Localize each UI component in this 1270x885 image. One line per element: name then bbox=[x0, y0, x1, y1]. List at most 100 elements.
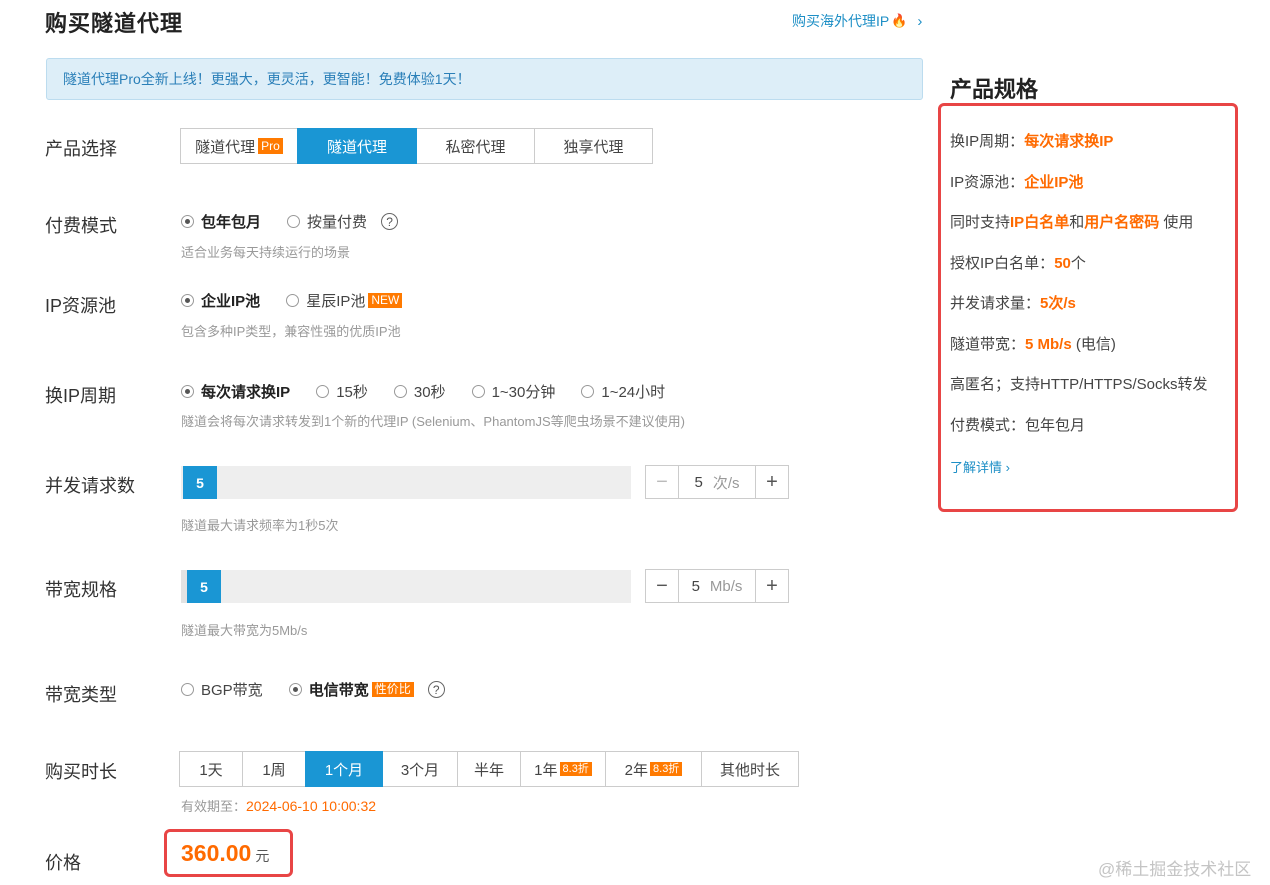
spec-key: 授权IP白名单： bbox=[950, 255, 1055, 272]
spec-value: 50 bbox=[1054, 255, 1071, 272]
tab-private[interactable]: 私密代理 bbox=[416, 128, 535, 164]
value-badge: 性价比 bbox=[371, 682, 414, 697]
stepper-unit: Mb/s bbox=[709, 577, 743, 595]
bandwidth-stepper: − 5 Mb/s + bbox=[645, 569, 789, 603]
radio-telecom[interactable]: 电信带宽 性价比 bbox=[288, 679, 414, 700]
radio-enterprise-pool[interactable]: 企业IP池 bbox=[181, 290, 260, 311]
slider-handle[interactable]: 5 bbox=[183, 466, 217, 499]
radio-bgp[interactable]: BGP带宽 bbox=[181, 679, 263, 700]
radio-label: 星辰IP池 bbox=[306, 293, 366, 310]
radio-dot bbox=[286, 294, 300, 307]
discount-badge: 8.3折 bbox=[559, 762, 592, 776]
spec-whitelist: 授权IP白名单：50个 bbox=[950, 252, 1086, 273]
page-title: 购买隧道代理 bbox=[45, 11, 184, 36]
discount-badge: 8.3折 bbox=[650, 762, 683, 776]
billing-label: 付费模式 bbox=[45, 216, 117, 236]
radio-label: 每次请求换IP bbox=[201, 384, 291, 401]
radio-star-pool[interactable]: 星辰IP池 NEW bbox=[286, 290, 403, 311]
spec-anonymity: 高匿名；支持HTTP/HTTPS/Socks转发 bbox=[950, 376, 1208, 393]
stepper-value-box[interactable]: 5 Mb/s bbox=[679, 570, 755, 602]
tab-label: 2年 bbox=[624, 761, 649, 779]
valid-date: 2024-06-10 10:00:32 bbox=[246, 798, 377, 814]
radio-dot bbox=[287, 215, 301, 228]
spec-key: IP资源池： bbox=[950, 174, 1025, 191]
product-label: 产品选择 bbox=[45, 139, 117, 159]
pool-hint: 包含多种IP类型，兼容性强的优质IP池 bbox=[181, 324, 401, 339]
billing-hint: 适合业务每天持续运行的场景 bbox=[181, 245, 351, 260]
tab-dedicated[interactable]: 独享代理 bbox=[534, 128, 653, 164]
learn-more-link[interactable]: 了解详情 › bbox=[950, 457, 1010, 476]
spec-text: 和 bbox=[1069, 214, 1085, 231]
tab-tunnel-pro[interactable]: 隧道代理 Pro bbox=[180, 128, 298, 164]
price-label: 价格 bbox=[45, 853, 81, 873]
tab-1-month[interactable]: 1个月 bbox=[305, 751, 383, 787]
increment-button[interactable]: + bbox=[755, 466, 788, 498]
radio-dot bbox=[181, 215, 194, 228]
radio-15s[interactable]: 15秒 bbox=[316, 381, 368, 402]
tab-1-week[interactable]: 1周 bbox=[242, 751, 306, 787]
radio-monthly[interactable]: 包年包月 bbox=[181, 211, 261, 232]
radio-dot bbox=[181, 385, 194, 398]
increment-button[interactable]: + bbox=[755, 570, 788, 602]
spec-title: 产品规格 bbox=[950, 77, 1039, 102]
chevron-right-icon: › bbox=[917, 12, 923, 30]
price-display: 360.00 元 bbox=[164, 829, 293, 877]
concurrency-label: 并发请求数 bbox=[45, 476, 135, 496]
new-badge: NEW bbox=[368, 293, 403, 308]
spec-value: 5次/s bbox=[1040, 295, 1076, 312]
radio-pay-per-use[interactable]: 按量付费 bbox=[287, 211, 367, 232]
tab-3-months[interactable]: 3个月 bbox=[382, 751, 458, 787]
tab-other-duration[interactable]: 其他时长 bbox=[701, 751, 799, 787]
spec-billing: 付费模式：包年包月 bbox=[950, 417, 1086, 434]
radio-dot bbox=[581, 385, 595, 398]
spec-value: IP白名单 bbox=[1010, 214, 1070, 231]
tab-tunnel[interactable]: 隧道代理 bbox=[297, 128, 417, 164]
spec-value: 每次请求换IP bbox=[1024, 133, 1114, 150]
help-icon[interactable]: ? bbox=[381, 213, 399, 230]
stepper-value: 5 bbox=[694, 473, 703, 491]
tab-half-year[interactable]: 半年 bbox=[457, 751, 521, 787]
spec-key: 换IP周期： bbox=[950, 133, 1025, 150]
radio-label: 1~24小时 bbox=[601, 384, 666, 401]
promo-banner[interactable]: 隧道代理Pro全新上线！更强大，更灵活，更智能！免费体验1天！ bbox=[46, 58, 923, 100]
stepper-value: 5 bbox=[691, 577, 700, 595]
tab-label: 隧道代理 bbox=[195, 138, 256, 156]
radio-label: 1~30分钟 bbox=[491, 384, 556, 401]
tab-1-day[interactable]: 1天 bbox=[179, 751, 243, 787]
spec-support: 同时支持IP白名单和用户名密码 使用 bbox=[950, 211, 1193, 232]
tab-label: 1年 bbox=[534, 761, 558, 779]
spec-value: 企业IP池 bbox=[1024, 174, 1084, 191]
bandwidth-slider[interactable]: 5 bbox=[181, 570, 631, 603]
fire-icon: 🔥 bbox=[891, 13, 908, 28]
radio-label: 按量付费 bbox=[307, 214, 368, 231]
tab-1-year[interactable]: 1年 8.3折 bbox=[520, 751, 606, 787]
radio-label: 包年包月 bbox=[201, 214, 262, 231]
overseas-proxy-link[interactable]: 购买海外代理IP 🔥 › bbox=[792, 11, 922, 31]
radio-dot bbox=[181, 683, 194, 696]
radio-30s[interactable]: 30秒 bbox=[393, 381, 446, 402]
help-icon[interactable]: ? bbox=[427, 681, 445, 698]
overseas-proxy-link-text: 购买海外代理IP bbox=[792, 13, 890, 29]
concurrency-stepper: − 5 次/s + bbox=[645, 465, 789, 499]
concurrency-slider[interactable]: 5 bbox=[181, 466, 631, 499]
spec-value: 用户名密码 bbox=[1084, 214, 1160, 231]
stepper-value-box[interactable]: 5 次/s bbox=[679, 466, 755, 498]
radio-dot bbox=[316, 385, 330, 398]
valid-label: 有效期至： bbox=[181, 799, 247, 814]
spec-text: 同时支持 bbox=[950, 214, 1011, 231]
slider-handle[interactable]: 5 bbox=[187, 570, 221, 603]
bw-type-label: 带宽类型 bbox=[45, 685, 117, 705]
pool-radios: 企业IP池 星辰IP池 NEW bbox=[181, 290, 428, 311]
rotation-label: 换IP周期 bbox=[45, 386, 117, 406]
radio-per-request[interactable]: 每次请求换IP bbox=[181, 381, 290, 402]
bandwidth-hint: 隧道最大带宽为5Mb/s bbox=[181, 623, 308, 638]
spec-key: 隧道带宽： bbox=[950, 336, 1026, 353]
radio-1-30min[interactable]: 1~30分钟 bbox=[471, 381, 556, 402]
decrement-button[interactable]: − bbox=[646, 466, 679, 498]
decrement-button[interactable]: − bbox=[646, 570, 679, 602]
product-tabs: 隧道代理 Pro 隧道代理 私密代理 独享代理 bbox=[180, 128, 653, 164]
tab-2-years[interactable]: 2年 8.3折 bbox=[605, 751, 702, 787]
radio-1-24h[interactable]: 1~24小时 bbox=[581, 381, 665, 402]
watermark: @稀土掘金技术社区 bbox=[1098, 860, 1252, 879]
radio-label: 企业IP池 bbox=[201, 293, 261, 310]
